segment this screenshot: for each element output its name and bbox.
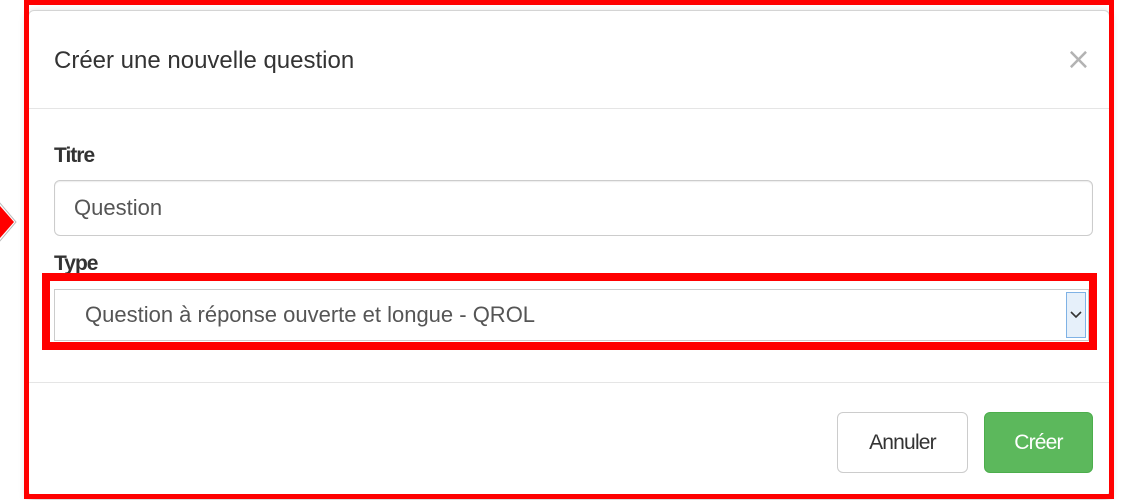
- modal-header: Créer une nouvelle question ×: [29, 11, 1109, 109]
- title-input[interactable]: [54, 180, 1093, 236]
- type-select-value: Question à réponse ouverte et longue - Q…: [85, 302, 536, 327]
- cancel-button[interactable]: Annuler: [837, 412, 968, 473]
- title-field-label: Titre: [54, 144, 95, 167]
- chevron-down-icon[interactable]: [1066, 292, 1086, 338]
- modal-body: Titre Type Question à réponse ouverte et…: [29, 109, 1109, 383]
- screenshot-stage: Créer une nouvelle question × Titre Type…: [0, 0, 1133, 500]
- create-question-modal: Créer une nouvelle question × Titre Type…: [28, 10, 1110, 497]
- modal-title: Créer une nouvelle question: [54, 47, 355, 74]
- close-icon[interactable]: ×: [1066, 45, 1091, 75]
- create-button[interactable]: Créer: [984, 412, 1093, 473]
- modal-footer: Annuler Créer: [29, 383, 1109, 497]
- type-select[interactable]: Question à réponse ouverte et longue - Q…: [54, 289, 1089, 341]
- type-field-label: Type: [54, 252, 98, 275]
- annotation-arrow-icon: [0, 202, 17, 242]
